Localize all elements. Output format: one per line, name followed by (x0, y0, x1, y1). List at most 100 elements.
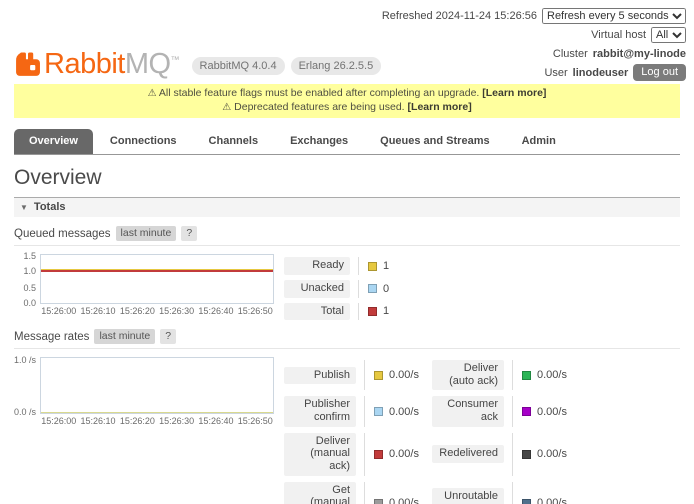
legend-value-unroutable-return: 0.00/s (537, 497, 567, 504)
message-rates-header: Message rates last minute ? (14, 329, 680, 349)
legend-label-ready[interactable]: Ready (284, 257, 350, 275)
tab-admin[interactable]: Admin (507, 129, 571, 154)
legend-swatch-ready (368, 262, 377, 271)
help-icon[interactable]: ? (160, 329, 176, 344)
deprecated-features-warning-text: Deprecated features are being used. (234, 101, 404, 113)
queued-chart-y-axis: 1.5 1.0 0.5 0.0 (14, 254, 40, 304)
rates-chart-x-axis: 15:26:00 15:26:10 15:26:20 15:26:30 15:2… (40, 414, 274, 427)
legend-swatch-unroutable-return (522, 499, 531, 504)
brand-mq: MQ (125, 48, 171, 80)
rates-chart-y-axis: 1.0 /s 0.0 /s (14, 357, 40, 414)
legend-swatch-publish (374, 371, 383, 380)
queued-chart-plot (40, 254, 274, 304)
message-rates-legend: Publish 0.00/s Deliver (auto ack) 0.00/s… (284, 357, 586, 504)
x-tick: 15:26:20 (120, 306, 155, 316)
header: RabbitMQ™ RabbitMQ 4.0.4 Erlang 26.2.5.5… (0, 0, 694, 81)
x-tick: 15:26:00 (41, 306, 76, 316)
feature-flags-warning: ⚠ All stable feature flags must be enabl… (20, 87, 674, 101)
legend-value-deliver-auto-ack: 0.00/s (537, 369, 567, 381)
chart-line-total (41, 270, 273, 272)
refreshed-timestamp: Refreshed 2024-11-24 15:26:56 (382, 10, 537, 22)
learn-more-link-feature-flags[interactable]: [Learn more] (482, 87, 546, 99)
help-icon[interactable]: ? (181, 226, 197, 241)
queued-messages-legend: Ready 1 Unacked 0 Total 1 (284, 254, 440, 320)
queued-range-badge[interactable]: last minute (116, 226, 177, 241)
legend-value-publish: 0.00/s (389, 369, 419, 381)
x-tick: 15:26:50 (238, 416, 273, 426)
user-name: linodeuser (573, 67, 629, 79)
queued-messages-chart: 1.5 1.0 0.5 0.0 15:26:00 15:26:10 15:26:… (14, 254, 274, 320)
legend-swatch-consumer-ack (522, 407, 531, 416)
legend-label-consumer-ack[interactable]: Consumer ack (432, 396, 504, 426)
legend-swatch-total (368, 307, 377, 316)
y-tick: 0.0 /s (14, 407, 36, 417)
user-label: User (544, 67, 567, 79)
legend-value-get-manual-ack: 0.00/s (389, 497, 419, 504)
cluster-name: rabbit@my-linode (593, 48, 686, 60)
legend-label-deliver-manual-ack[interactable]: Deliver (manual ack) (284, 433, 356, 476)
legend-label-publisher-confirm[interactable]: Publisher confirm (284, 396, 356, 426)
queued-messages-title: Queued messages (14, 228, 111, 240)
x-tick: 15:26:40 (198, 416, 233, 426)
x-tick: 15:26:50 (238, 306, 273, 316)
legend-value-deliver-manual-ack: 0.00/s (389, 448, 419, 460)
totals-label: Totals (34, 201, 66, 213)
legend-value-redelivered: 0.00/s (537, 448, 567, 460)
tab-overview[interactable]: Overview (14, 129, 93, 154)
x-tick: 15:26:10 (81, 416, 116, 426)
legend-swatch-unacked (368, 284, 377, 293)
warning-icon: ⚠ (148, 88, 157, 99)
rabbitmq-logo-icon (14, 51, 41, 78)
legend-swatch-redelivered (522, 450, 531, 459)
rates-chart-plot (40, 357, 274, 414)
erlang-version-badge: Erlang 26.2.5.5 (291, 57, 382, 75)
legend-label-unroutable-return[interactable]: Unroutable (return) (432, 488, 504, 504)
warning-icon: ⚠ (222, 102, 231, 113)
legend-swatch-get-manual-ack (374, 499, 383, 504)
legend-label-deliver-auto-ack[interactable]: Deliver (auto ack) (432, 360, 504, 390)
y-tick: 1.0 (23, 266, 36, 276)
legend-value-ready: 1 (383, 260, 389, 272)
legend-value-unacked: 0 (383, 283, 389, 295)
legend-label-publish[interactable]: Publish (284, 367, 356, 385)
tab-channels[interactable]: Channels (194, 129, 274, 154)
collapse-triangle-icon: ▼ (20, 203, 28, 212)
chart-line-zero (41, 412, 273, 413)
legend-label-unacked[interactable]: Unacked (284, 280, 350, 298)
legend-swatch-deliver-auto-ack (522, 371, 531, 380)
brand-text: RabbitMQ™ (44, 48, 180, 81)
rabbitmq-version-badge: RabbitMQ 4.0.4 (192, 57, 285, 75)
queued-chart-x-axis: 15:26:00 15:26:10 15:26:20 15:26:30 15:2… (40, 304, 274, 317)
tab-exchanges[interactable]: Exchanges (275, 129, 363, 154)
x-tick: 15:26:30 (159, 416, 194, 426)
x-tick: 15:26:20 (120, 416, 155, 426)
tab-connections[interactable]: Connections (95, 129, 192, 154)
rabbitmq-logo[interactable]: RabbitMQ™ (14, 48, 180, 81)
warning-banner: ⚠ All stable feature flags must be enabl… (14, 84, 680, 118)
refresh-interval-select[interactable]: Refresh every 5 seconds (542, 8, 686, 24)
totals-section-header[interactable]: ▼ Totals (14, 197, 680, 217)
tab-queues-and-streams[interactable]: Queues and Streams (365, 129, 504, 154)
x-tick: 15:26:30 (159, 306, 194, 316)
legend-swatch-publisher-confirm (374, 407, 383, 416)
legend-label-get-manual-ack[interactable]: Get (manual ack) (284, 482, 356, 504)
x-tick: 15:26:00 (41, 416, 76, 426)
logout-button[interactable]: Log out (633, 64, 686, 81)
legend-swatch-deliver-manual-ack (374, 450, 383, 459)
queued-messages-header: Queued messages last minute ? (14, 226, 680, 246)
virtual-host-select[interactable]: All (651, 27, 686, 43)
cluster-label: Cluster (553, 48, 588, 60)
legend-value-consumer-ack: 0.00/s (537, 406, 567, 418)
legend-value-total: 1 (383, 305, 389, 317)
legend-label-total[interactable]: Total (284, 303, 350, 321)
learn-more-link-deprecated[interactable]: [Learn more] (408, 101, 472, 113)
rates-range-badge[interactable]: last minute (94, 329, 155, 344)
y-tick: 1.5 (23, 251, 36, 261)
main-tabs: Overview Connections Channels Exchanges … (14, 129, 680, 155)
virtual-host-label: Virtual host (591, 29, 646, 41)
y-tick: 0.5 (23, 283, 36, 293)
message-rates-chart: 1.0 /s 0.0 /s 15:26:00 15:26:10 15:26:20… (14, 357, 274, 504)
brand-rabbit: Rabbit (44, 48, 125, 80)
legend-label-redelivered[interactable]: Redelivered (432, 445, 504, 463)
y-tick: 0.0 (23, 298, 36, 308)
